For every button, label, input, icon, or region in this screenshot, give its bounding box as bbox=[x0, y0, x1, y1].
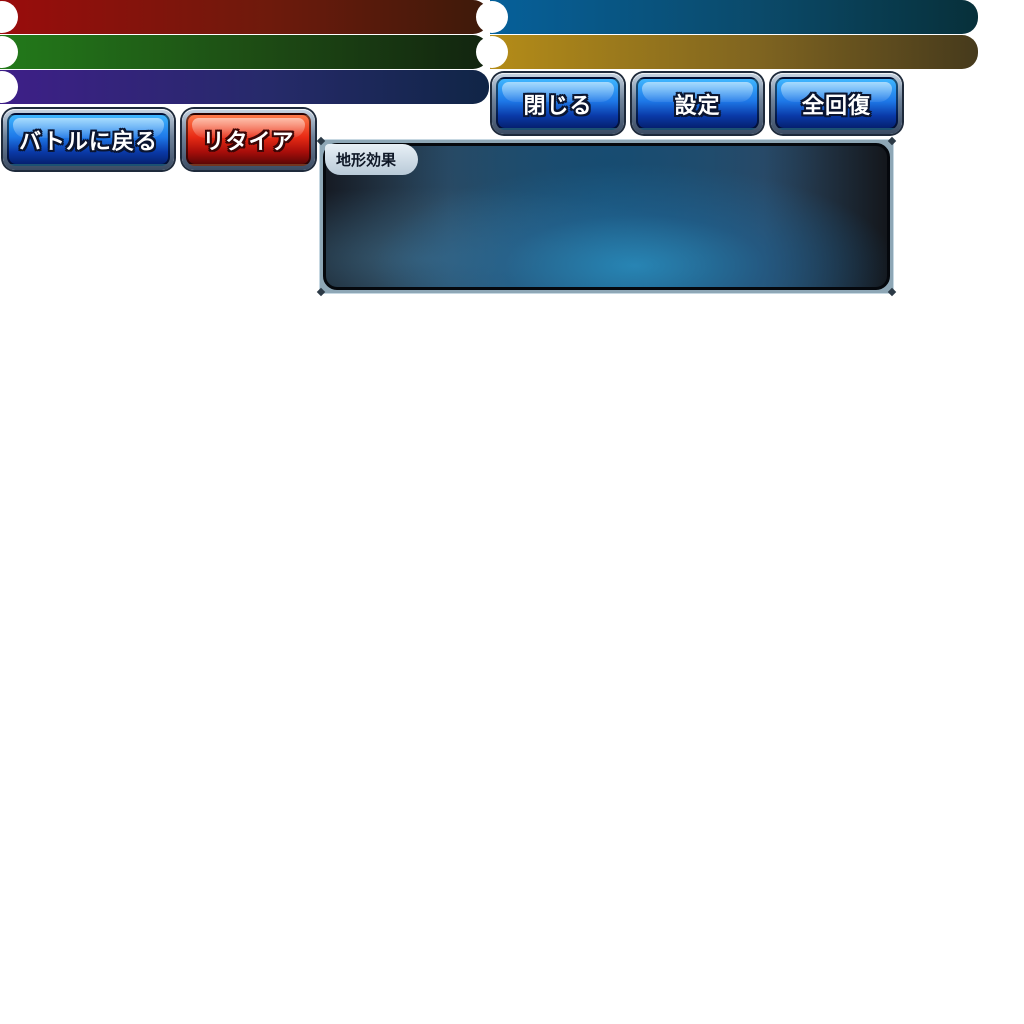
purple-banner-strip bbox=[0, 70, 489, 104]
close-button[interactable]: 閉じる bbox=[492, 73, 624, 134]
settings-button[interactable]: 設定 bbox=[632, 73, 763, 134]
panel-corner-top-right bbox=[887, 136, 897, 146]
back-to-battle-button[interactable]: バトルに戻る bbox=[3, 109, 174, 170]
blue-banner-strip bbox=[476, 0, 978, 34]
green-banner-strip bbox=[0, 35, 489, 69]
back-to-battle-button-label: バトルに戻る bbox=[19, 129, 158, 155]
close-button-face: 閉じる bbox=[496, 77, 620, 130]
settings-button-face: 設定 bbox=[636, 77, 759, 130]
panel-corner-bottom-left bbox=[316, 287, 326, 297]
red-banner-strip bbox=[0, 0, 489, 34]
retire-button-face: リタイア bbox=[186, 113, 311, 166]
full-heal-button[interactable]: 全回復 bbox=[771, 73, 902, 134]
gold-banner-strip bbox=[476, 35, 978, 69]
settings-button-label: 設定 bbox=[674, 93, 721, 119]
full-heal-button-label: 全回復 bbox=[801, 93, 871, 119]
back-to-battle-button-face: バトルに戻る bbox=[7, 113, 170, 166]
terrain-effect-title: 地形効果 bbox=[325, 144, 418, 175]
retire-button[interactable]: リタイア bbox=[182, 109, 315, 170]
ui-sprite-sheet: 閉じる 設定 全回復 バトルに戻る リタイア 地形効果 bbox=[0, 0, 1024, 1024]
close-button-label: 閉じる bbox=[523, 93, 593, 119]
panel-corner-bottom-right bbox=[887, 287, 897, 297]
panel-corner-top-left bbox=[316, 136, 326, 146]
retire-button-label: リタイア bbox=[202, 129, 295, 155]
full-heal-button-face: 全回復 bbox=[775, 77, 898, 130]
